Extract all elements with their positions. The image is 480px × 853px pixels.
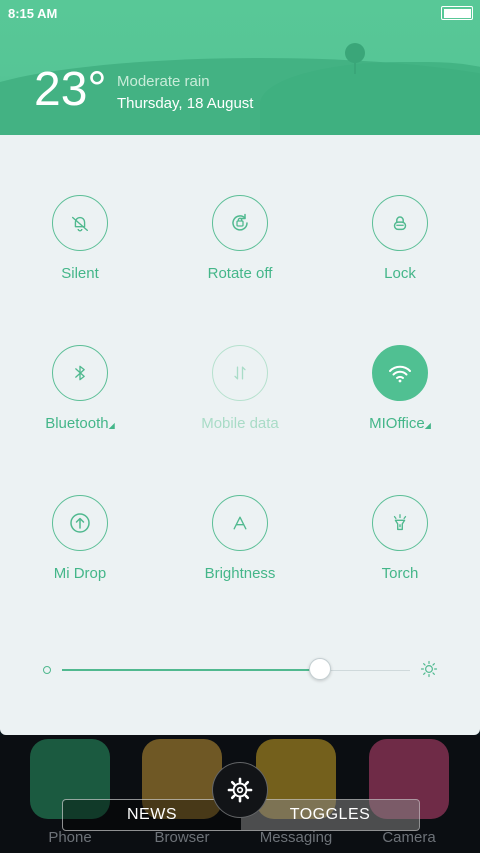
tree-trunk-decoration bbox=[354, 60, 356, 74]
toggle-mobile-data[interactable]: Mobile data bbox=[160, 345, 320, 432]
toggle-circle[interactable] bbox=[52, 345, 108, 401]
slider-track-fill bbox=[62, 669, 320, 671]
weather-header[interactable]: 8:15 AM 23° Moderate rain Thursday, 18 A… bbox=[0, 0, 480, 135]
app-label: Browser bbox=[154, 829, 210, 846]
toggle-wifi[interactable]: MIOffice◢ bbox=[320, 345, 480, 432]
app-label: Camera bbox=[382, 829, 436, 846]
toggle-circle[interactable] bbox=[212, 495, 268, 551]
status-time: 8:15 AM bbox=[8, 6, 58, 21]
toggle-brightness[interactable]: Brightness bbox=[160, 495, 320, 582]
weather-date: Thursday, 18 August bbox=[117, 95, 254, 112]
mobile-data-icon bbox=[234, 366, 246, 380]
toggle-torch[interactable]: Torch bbox=[320, 495, 480, 582]
auto-brightness-icon bbox=[233, 516, 247, 530]
toggle-circle[interactable] bbox=[52, 195, 108, 251]
toggle-label: Torch bbox=[381, 565, 419, 582]
toggle-silent[interactable]: Silent bbox=[0, 195, 160, 282]
toggle-label: Bluetooth◢ bbox=[45, 415, 115, 432]
toggle-lock[interactable]: Lock bbox=[320, 195, 480, 282]
brightness-high-icon bbox=[420, 660, 438, 678]
toggle-rotate[interactable]: Rotate off bbox=[160, 195, 320, 282]
slider-knob[interactable] bbox=[308, 658, 331, 680]
wifi-icon bbox=[389, 365, 411, 383]
torch-icon bbox=[393, 514, 407, 531]
weather-condition: Moderate rain bbox=[117, 73, 210, 90]
toggle-circle[interactable] bbox=[212, 345, 268, 401]
toggle-circle[interactable] bbox=[52, 495, 108, 551]
battery-icon bbox=[441, 6, 473, 20]
toggle-circle[interactable] bbox=[372, 345, 428, 401]
tab-news[interactable]: NEWS bbox=[63, 800, 241, 830]
settings-button[interactable] bbox=[212, 762, 268, 818]
toggle-label: Mobile data bbox=[201, 415, 279, 432]
toggle-circle[interactable] bbox=[372, 195, 428, 251]
bluetooth-icon bbox=[75, 365, 85, 381]
brightness-slider[interactable] bbox=[40, 657, 440, 687]
menu-triangle-icon[interactable]: ◢ bbox=[425, 421, 431, 430]
lock-icon bbox=[393, 216, 407, 231]
toggle-circle[interactable] bbox=[372, 495, 428, 551]
brightness-low-icon bbox=[43, 666, 51, 674]
toggle-circle[interactable] bbox=[212, 195, 268, 251]
toggle-label: Brightness bbox=[204, 565, 276, 582]
toggle-bluetooth[interactable]: Bluetooth◢ bbox=[0, 345, 160, 432]
upload-icon bbox=[70, 513, 90, 533]
app-label: Phone bbox=[48, 829, 92, 846]
gear-icon bbox=[227, 777, 253, 803]
tab-toggles[interactable]: TOGGLES bbox=[241, 800, 419, 830]
toggle-label: Silent bbox=[61, 265, 99, 282]
toggle-label: Lock bbox=[384, 265, 416, 282]
toggles-panel: Silent Rotate off Lock Bluetooth◢ Mobile… bbox=[0, 135, 480, 735]
toggle-label: Mi Drop bbox=[53, 565, 107, 582]
rotate-lock-icon bbox=[232, 213, 248, 231]
toggle-mi-drop[interactable]: Mi Drop bbox=[0, 495, 160, 582]
toggle-label: Rotate off bbox=[207, 265, 273, 282]
app-label: Messaging bbox=[259, 829, 333, 846]
temperature: 23° bbox=[34, 63, 107, 116]
toggle-label: MIOffice◢ bbox=[369, 415, 431, 432]
bell-off-icon bbox=[71, 216, 89, 232]
menu-triangle-icon[interactable]: ◢ bbox=[109, 421, 115, 430]
